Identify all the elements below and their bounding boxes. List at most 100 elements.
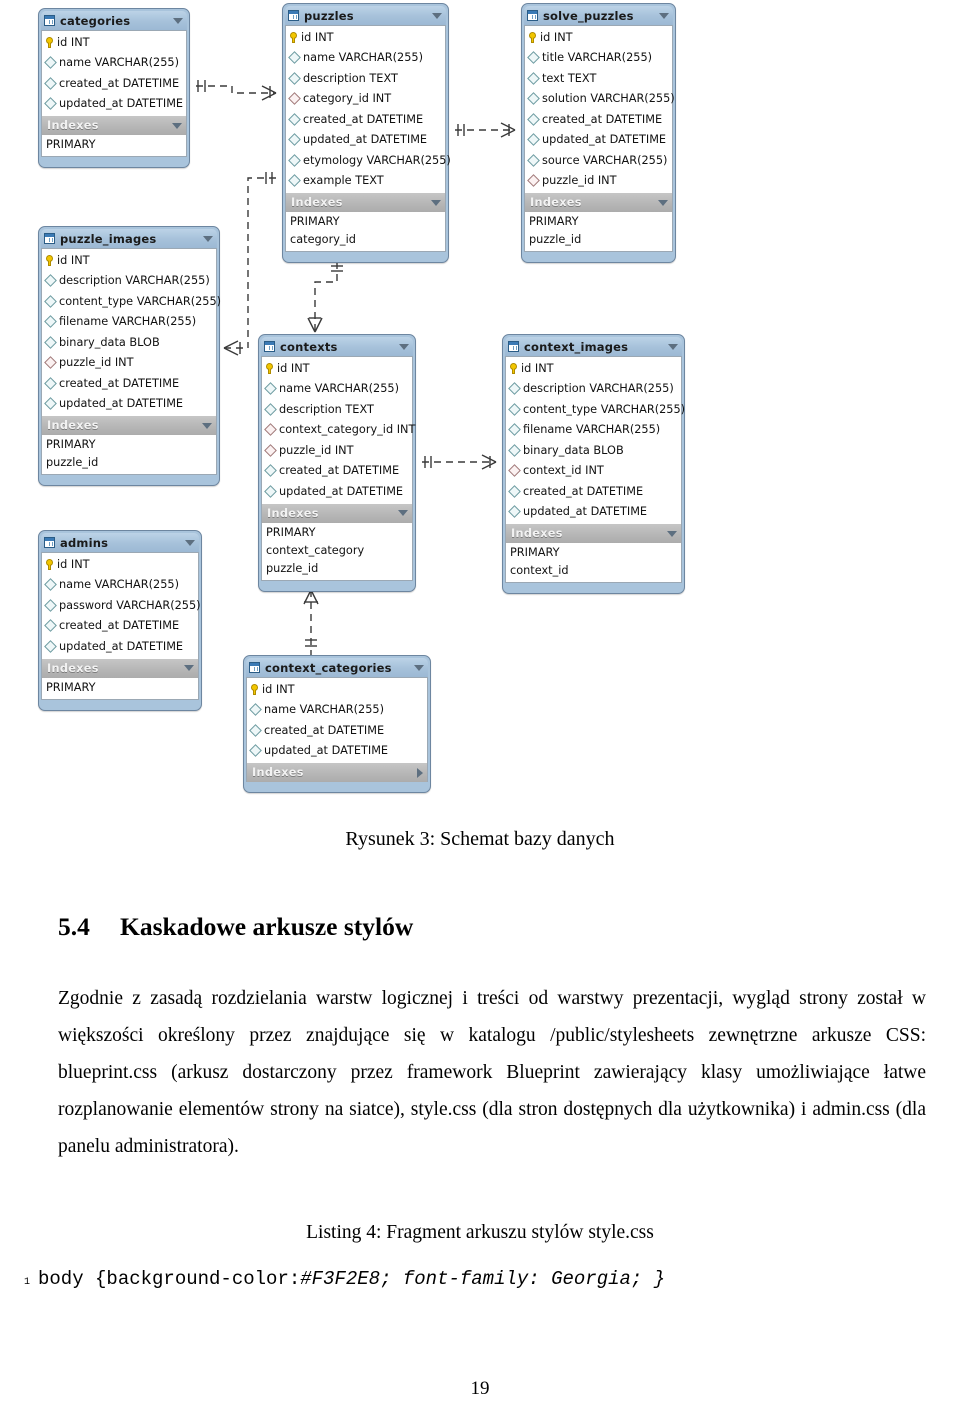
column-row[interactable]: context_category_id INT <box>262 420 415 441</box>
table-header[interactable]: context_categories <box>246 658 428 677</box>
chevron-down-icon[interactable] <box>184 665 194 671</box>
column-row[interactable]: name VARCHAR(255) <box>42 575 198 596</box>
index-item[interactable]: PRIMARY <box>525 213 672 231</box>
column-row[interactable]: context_id INT <box>506 461 681 482</box>
column-row[interactable]: puzzle_id INT <box>42 353 216 374</box>
index-item[interactable]: PRIMARY <box>42 436 216 454</box>
column-row[interactable]: created_at DATETIME <box>262 461 412 482</box>
chevron-down-icon[interactable] <box>414 664 424 671</box>
index-item[interactable]: context_category <box>262 542 412 560</box>
column-row[interactable]: name VARCHAR(255) <box>262 379 412 400</box>
er-table-solve_puzzles[interactable]: solve_puzzles id INT title VARCHAR(255) tex… <box>521 3 676 263</box>
index-item[interactable]: PRIMARY <box>506 544 681 562</box>
chevron-right-icon[interactable] <box>417 767 423 778</box>
chevron-down-icon[interactable] <box>658 199 668 206</box>
table-header[interactable]: solve_puzzles <box>524 6 673 25</box>
index-item[interactable]: PRIMARY <box>42 136 186 154</box>
table-header[interactable]: context_images <box>505 337 682 356</box>
column-row[interactable]: created_at DATETIME <box>42 373 216 394</box>
column-row[interactable]: content_type VARCHAR(255) <box>42 291 221 312</box>
column-row[interactable]: description VARCHAR(255) <box>506 379 681 400</box>
column-row[interactable]: updated_at DATETIME <box>42 94 186 115</box>
er-table-contexts[interactable]: contexts id INT name VARCHAR(255) descripti… <box>258 334 416 592</box>
column-row[interactable]: text TEXT <box>525 68 672 89</box>
index-item[interactable]: PRIMARY <box>286 213 445 231</box>
column-row[interactable]: solution VARCHAR(255) <box>525 89 675 110</box>
indexes-section-header[interactable]: Indexes <box>261 503 413 523</box>
indexes-section-header[interactable]: Indexes <box>246 763 428 782</box>
index-item[interactable]: PRIMARY <box>262 524 412 542</box>
chevron-down-icon[interactable] <box>667 530 677 537</box>
er-table-puzzles[interactable]: puzzles id INT name VARCHAR(255) descriptio… <box>282 3 451 263</box>
column-row[interactable]: name VARCHAR(255) <box>247 700 427 721</box>
er-table-context_images[interactable]: context_imagesid INT description VARCHAR(… <box>502 334 685 594</box>
indexes-section-header[interactable]: Indexes <box>505 524 682 543</box>
index-item[interactable]: puzzle_id <box>525 231 672 249</box>
column-row[interactable]: category_id INT <box>286 89 445 110</box>
column-row[interactable]: password VARCHAR(255) <box>42 595 201 616</box>
column-row[interactable]: created_at DATETIME <box>506 481 681 502</box>
chevron-down-icon[interactable] <box>202 422 212 429</box>
column-row[interactable]: source VARCHAR(255) <box>525 150 672 171</box>
column-row[interactable]: updated_at DATETIME <box>42 636 198 657</box>
er-table-categories[interactable]: categories id INT name VARCHAR(255) created… <box>38 8 190 168</box>
column-row[interactable]: updated_at DATETIME <box>262 481 412 502</box>
column-row[interactable]: description TEXT <box>286 68 445 89</box>
table-header[interactable]: admins <box>41 533 199 552</box>
indexes-section-header[interactable]: Indexes <box>41 416 217 435</box>
column-row[interactable]: binary_data BLOB <box>42 332 216 353</box>
index-item[interactable]: context_id <box>506 562 681 580</box>
column-row[interactable]: id INT <box>42 32 186 53</box>
column-row[interactable]: name VARCHAR(255) <box>286 48 445 69</box>
table-header[interactable]: categories <box>41 11 187 30</box>
column-row[interactable]: id INT <box>262 358 412 379</box>
indexes-section-header[interactable]: Indexes <box>41 658 199 678</box>
column-row[interactable]: etymology VARCHAR(255) <box>286 150 451 171</box>
index-item[interactable]: PRIMARY <box>42 679 198 697</box>
chevron-down-icon[interactable] <box>185 539 195 546</box>
column-row[interactable]: binary_data BLOB <box>506 440 681 461</box>
column-row[interactable]: updated_at DATETIME <box>42 394 216 415</box>
column-row[interactable]: id INT <box>42 250 216 271</box>
column-row[interactable]: content_type VARCHAR(255) <box>506 399 685 420</box>
column-row[interactable]: filename VARCHAR(255) <box>42 312 216 333</box>
chevron-down-icon[interactable] <box>398 510 408 516</box>
indexes-section-header[interactable]: Indexes <box>41 116 187 135</box>
index-item[interactable]: puzzle_id <box>42 454 216 472</box>
column-row[interactable]: id INT <box>286 27 445 48</box>
column-row[interactable]: updated_at DATETIME <box>247 741 427 762</box>
column-row[interactable]: updated_at DATETIME <box>525 130 672 151</box>
column-row[interactable]: puzzle_id INT <box>262 440 412 461</box>
column-row[interactable]: created_at DATETIME <box>286 109 445 130</box>
column-row[interactable]: created_at DATETIME <box>42 73 186 94</box>
chevron-down-icon[interactable] <box>173 17 183 24</box>
column-row[interactable]: updated_at DATETIME <box>506 502 681 523</box>
indexes-section-header[interactable]: Indexes <box>285 193 446 212</box>
chevron-down-icon[interactable] <box>659 12 669 19</box>
column-row[interactable]: updated_at DATETIME <box>286 130 445 151</box>
chevron-down-icon[interactable] <box>432 12 442 19</box>
column-row[interactable]: filename VARCHAR(255) <box>506 420 681 441</box>
chevron-down-icon[interactable] <box>172 122 182 129</box>
column-row[interactable]: created_at DATETIME <box>247 720 427 741</box>
column-row[interactable]: description TEXT <box>262 399 412 420</box>
column-row[interactable]: puzzle_id INT <box>525 171 672 192</box>
column-row[interactable]: id INT <box>525 27 672 48</box>
column-row[interactable]: example TEXT <box>286 171 445 192</box>
column-row[interactable]: id INT <box>506 358 681 379</box>
column-row[interactable]: name VARCHAR(255) <box>42 53 186 74</box>
column-row[interactable]: id INT <box>42 554 198 575</box>
chevron-down-icon[interactable] <box>431 199 441 206</box>
table-header[interactable]: contexts <box>261 337 413 356</box>
indexes-section-header[interactable]: Indexes <box>524 193 673 212</box>
column-row[interactable]: created_at DATETIME <box>525 109 672 130</box>
table-header[interactable]: puzzles <box>285 6 446 25</box>
index-item[interactable]: puzzle_id <box>262 560 412 578</box>
column-row[interactable]: created_at DATETIME <box>42 616 198 637</box>
table-header[interactable]: puzzle_images <box>41 229 217 248</box>
er-table-admins[interactable]: admins id INT name VARCHAR(255) password VA… <box>38 530 202 711</box>
column-row[interactable]: id INT <box>247 679 427 700</box>
er-table-context_categories[interactable]: context_categoriesid INT name VARCHAR(255… <box>243 655 431 793</box>
er-table-puzzle_images[interactable]: puzzle_images id INT description VARCHAR(2… <box>38 226 221 486</box>
chevron-down-icon[interactable] <box>399 343 409 350</box>
